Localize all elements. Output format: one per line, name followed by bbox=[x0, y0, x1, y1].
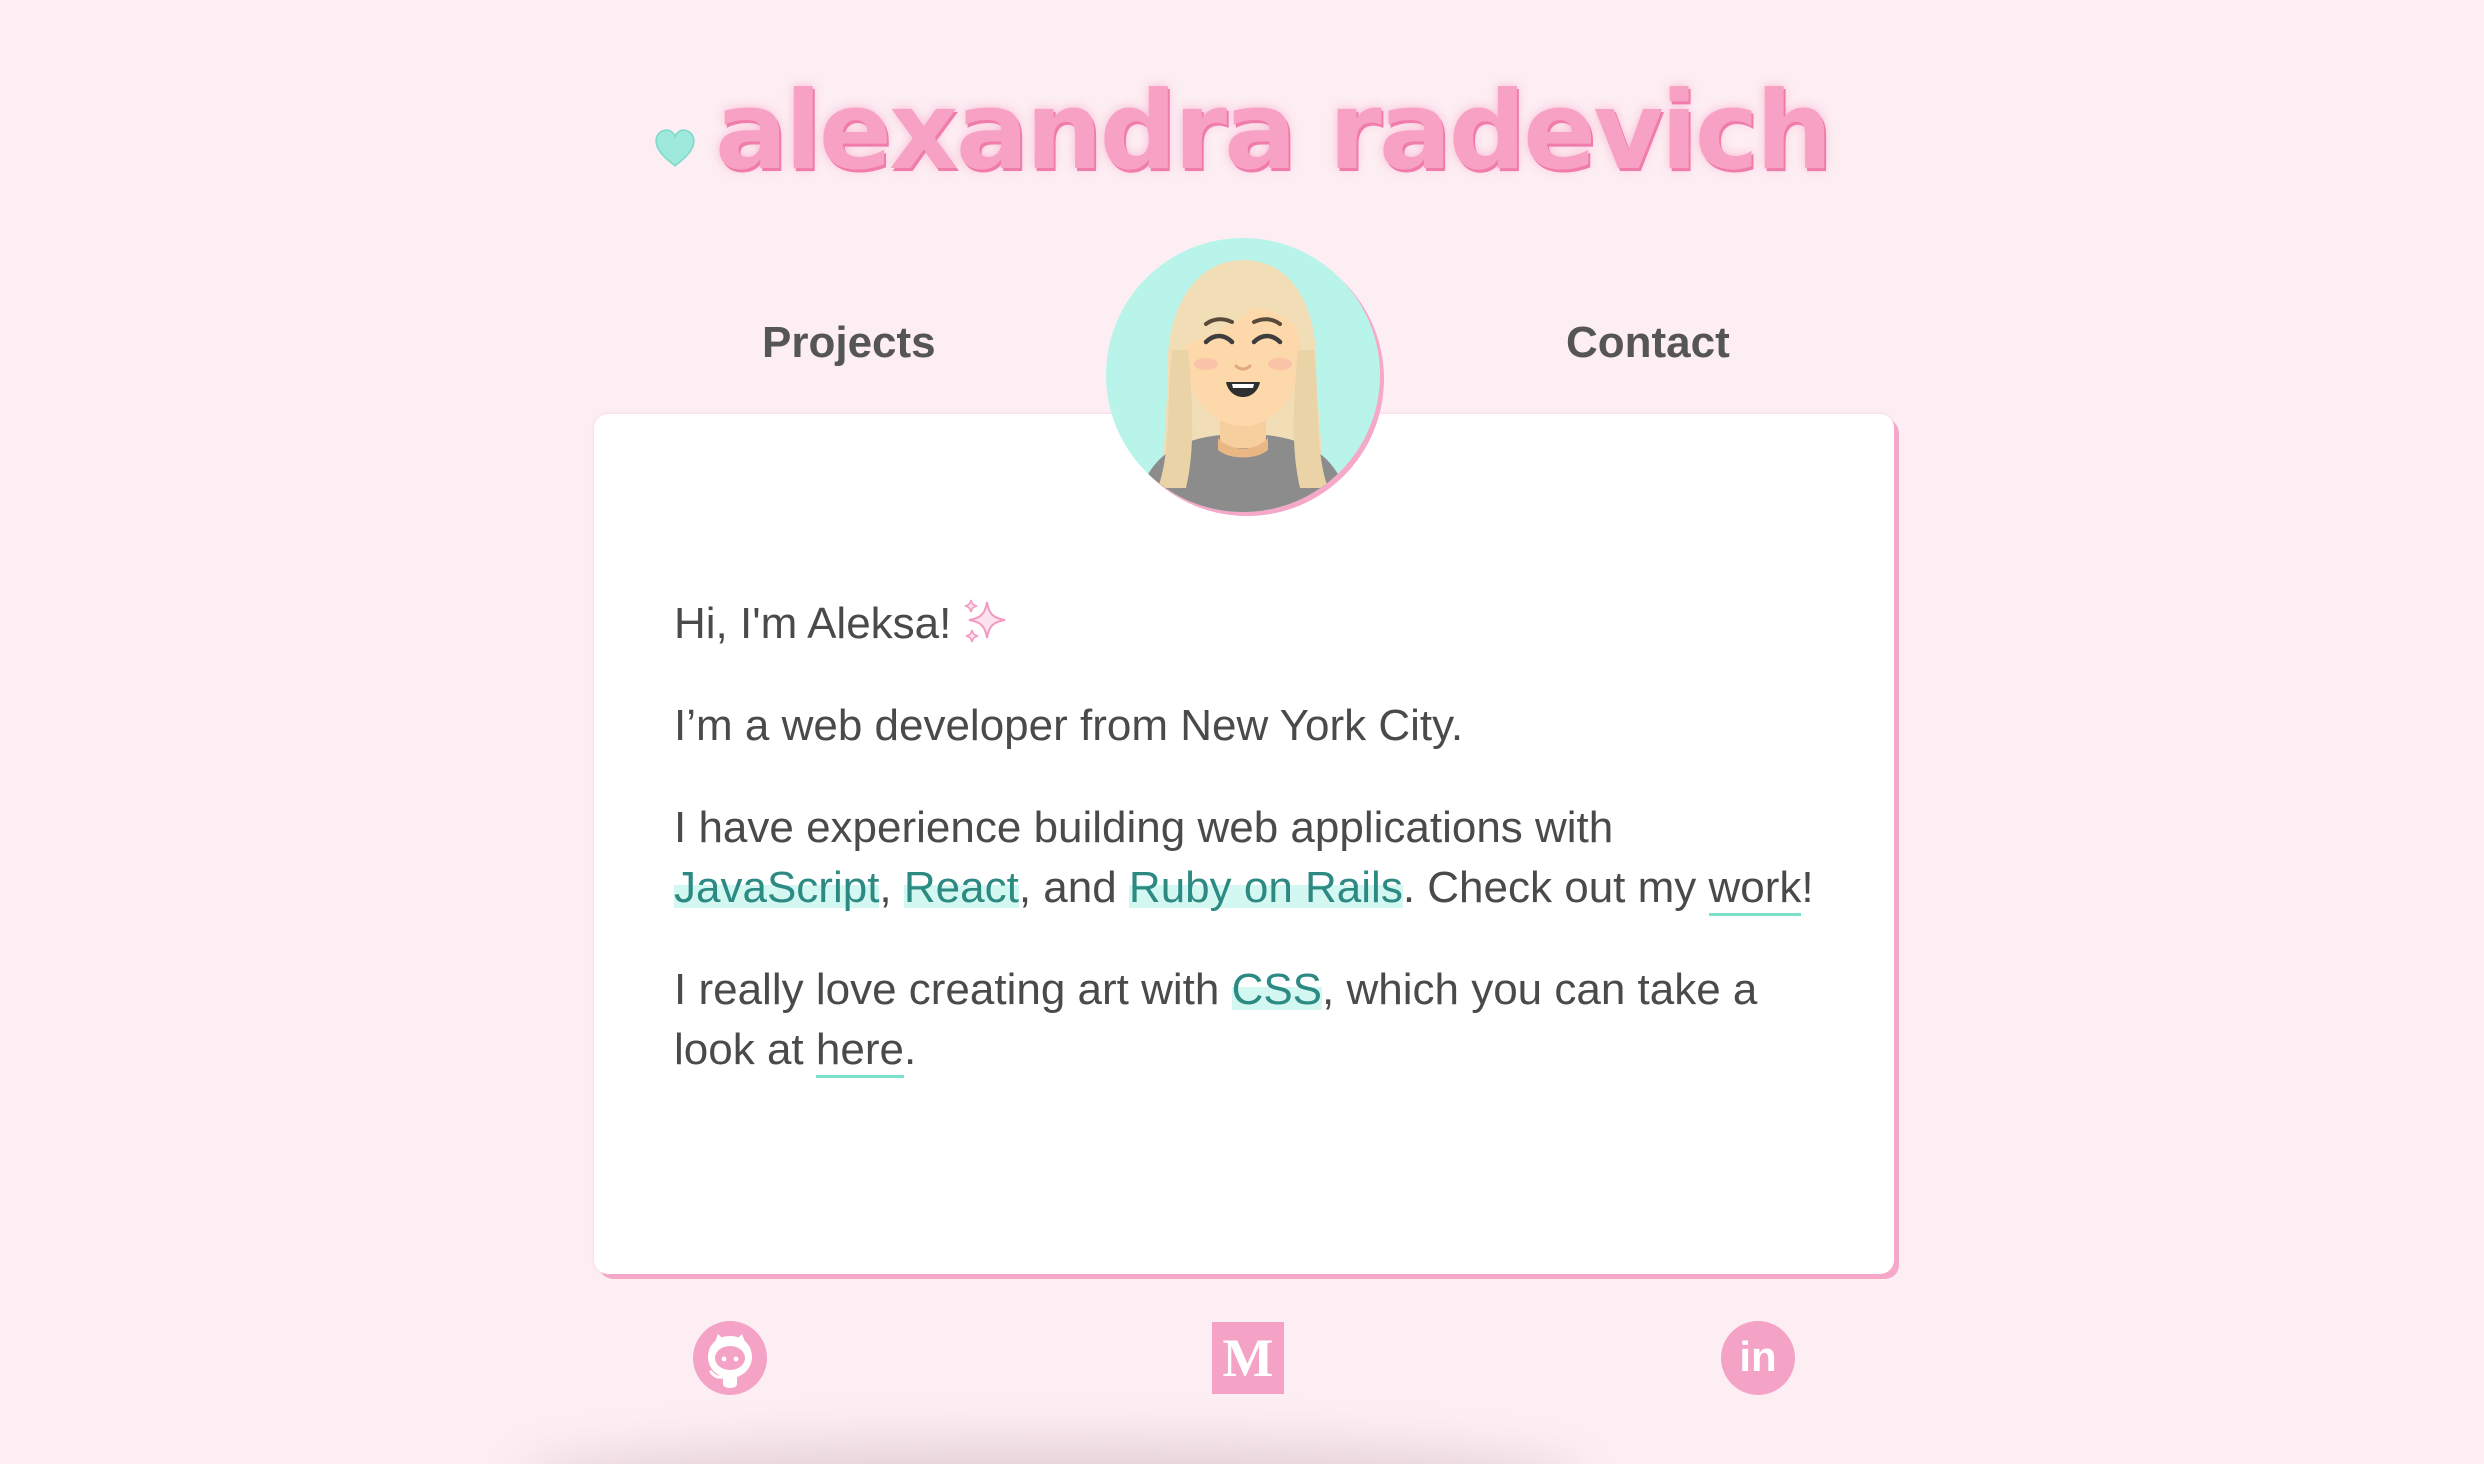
avatar bbox=[1106, 238, 1380, 512]
bottom-shadow bbox=[520, 1440, 1580, 1464]
github-link[interactable] bbox=[692, 1320, 768, 1396]
tech-css: CSS bbox=[1231, 965, 1323, 1014]
heart-icon bbox=[654, 128, 696, 170]
experience-text: . Check out my bbox=[1402, 863, 1709, 912]
medium-link[interactable]: M bbox=[1210, 1320, 1286, 1396]
art-paragraph: I really love creating art with CSS, whi… bbox=[674, 960, 1834, 1080]
medium-letter: M bbox=[1222, 1328, 1274, 1388]
separator: , and bbox=[1018, 863, 1129, 912]
page: alexandra radevich Projects Contact Hi, … bbox=[0, 0, 2484, 1464]
nav-projects-link[interactable]: Projects bbox=[762, 318, 936, 368]
tech-react: React bbox=[903, 863, 1019, 912]
sparkle-icon bbox=[957, 594, 1013, 650]
linkedin-letters: in bbox=[1739, 1333, 1777, 1380]
work-link[interactable]: work bbox=[1708, 863, 1802, 916]
experience-paragraph: I have experience building web applicati… bbox=[674, 798, 1834, 918]
github-icon bbox=[693, 1321, 767, 1395]
greeting-paragraph: Hi, I'm Aleksa! bbox=[674, 594, 1834, 654]
tech-rails: Ruby on Rails bbox=[1128, 863, 1403, 912]
here-link[interactable]: here bbox=[815, 1025, 904, 1078]
art-text: . bbox=[903, 1025, 917, 1074]
experience-text: ! bbox=[1801, 863, 1814, 912]
greeting-text: Hi, I'm Aleksa! bbox=[674, 599, 952, 648]
site-header: alexandra radevich bbox=[0, 78, 2484, 186]
separator: , bbox=[879, 863, 904, 912]
experience-text: I have experience building web applicati… bbox=[674, 803, 1614, 852]
site-title[interactable]: alexandra radevich bbox=[715, 78, 1833, 186]
art-text: I really love creating art with bbox=[674, 965, 1232, 1014]
avatar-illustration bbox=[1136, 260, 1350, 512]
linkedin-link[interactable]: in bbox=[1720, 1320, 1796, 1396]
nav-contact-link[interactable]: Contact bbox=[1566, 318, 1730, 368]
about-card: Hi, I'm Aleksa! I’m a web developer from… bbox=[594, 414, 1894, 1274]
location-paragraph: I’m a web developer from New York City. bbox=[674, 701, 1464, 750]
about-content: Hi, I'm Aleksa! I’m a web developer from… bbox=[674, 594, 1834, 1122]
tech-javascript: JavaScript bbox=[674, 863, 880, 912]
